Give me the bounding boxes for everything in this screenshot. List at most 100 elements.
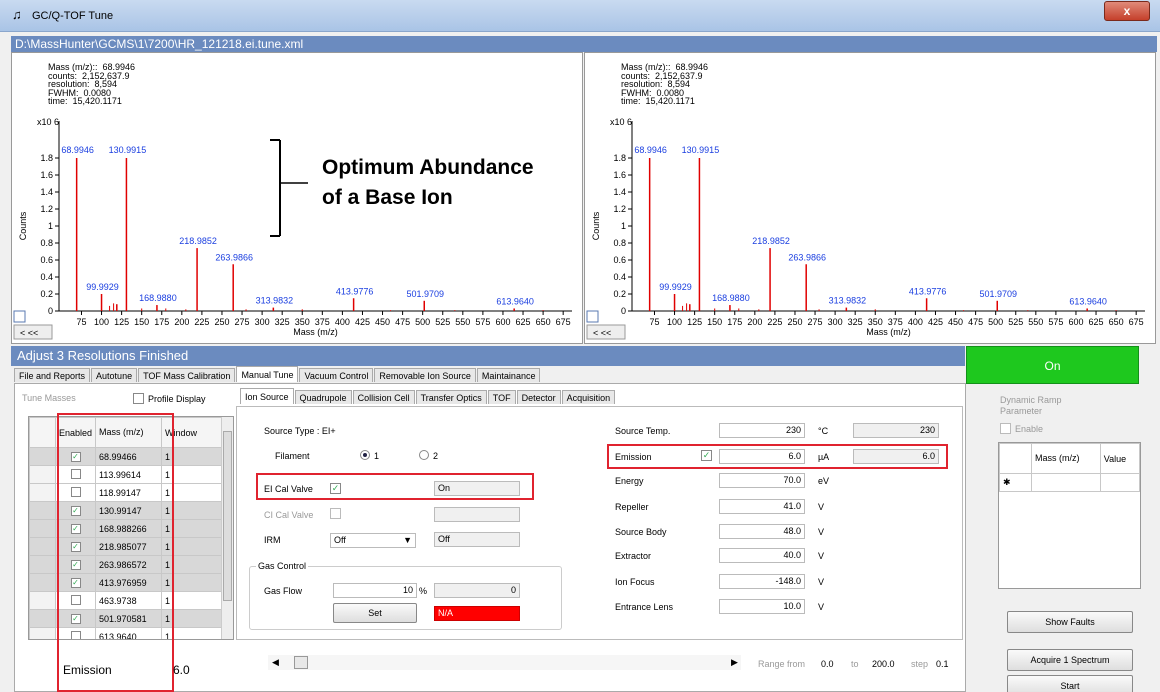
peak-label: 99.9929 (86, 282, 119, 292)
x-tick-label: 600 (1068, 317, 1083, 327)
row-header-cell[interactable] (29, 609, 56, 628)
param-label: Source Temp. (615, 426, 671, 436)
dr-col-mass: Mass (m/z) (1031, 443, 1101, 474)
spectrum-plot-right[interactable]: Mass (m/z):: 68.9946 counts: 2,152,637.9 r… (584, 52, 1156, 344)
param-value[interactable]: 230 (719, 423, 805, 438)
filament-1-radio[interactable] (360, 450, 370, 460)
acquire-spectrum-button[interactable]: Acquire 1 Spectrum (1007, 649, 1133, 671)
x-tick-label: 75 (76, 317, 86, 327)
tab-quadrupole[interactable]: Quadrupole (294, 390, 352, 404)
y-tick-label: 0.8 (40, 238, 53, 248)
emission-checkbox[interactable]: ✓ (701, 450, 712, 461)
row-header-cell[interactable] (29, 519, 56, 538)
dr-new-mass-cell[interactable] (1031, 473, 1101, 492)
x-tick-label: 525 (1008, 317, 1023, 327)
dynamic-ramp-enable-checkbox[interactable] (1000, 423, 1011, 434)
spectrum-plot-left[interactable]: Mass (m/z):: 68.9946 counts: 2,152,637.9 r… (11, 52, 583, 344)
param-actual: 230 (853, 423, 939, 438)
param-value[interactable]: 70.0 (719, 473, 805, 488)
param-value[interactable]: 10.0 (719, 599, 805, 614)
row-header-cell[interactable] (29, 555, 56, 574)
row-header-cell[interactable] (29, 573, 56, 592)
spectrum-chart[interactable]: 0 0.2 0.4 0.6 0.8 1 1.2 1.4 1.6 1.8 75 100 125 150 175… (585, 53, 1155, 343)
scrollbar-thumb[interactable] (294, 656, 308, 669)
range-scrollbar[interactable]: ◀ ▶ (268, 655, 741, 670)
tab-removable-ion-source[interactable]: Removable Ion Source (374, 368, 476, 382)
row-header-col (29, 417, 56, 448)
start-button[interactable]: Start (1007, 675, 1133, 692)
peak-label: 130.9915 (109, 145, 147, 155)
y-tick-label: 1.6 (40, 170, 53, 180)
tab-acquisition[interactable]: Acquisition (561, 390, 616, 404)
tab-autotune[interactable]: Autotune (91, 368, 138, 382)
tab-tof[interactable]: TOF (487, 390, 516, 404)
tab-ion-source[interactable]: Ion Source (240, 388, 294, 404)
footer-emission-label: Emission (63, 663, 112, 677)
param-value[interactable]: 40.0 (719, 548, 805, 563)
x-tick-label: 175 (154, 317, 169, 327)
peak-label: 613.9640 (1069, 296, 1107, 306)
param-value[interactable]: 6.0 (719, 449, 805, 464)
tab-file-and-reports[interactable]: File and Reports (14, 368, 91, 382)
plot-autoscale-checkbox[interactable] (586, 310, 599, 323)
row-header-cell[interactable] (29, 627, 56, 639)
row-header-cell[interactable] (29, 537, 56, 556)
dynamic-ramp-table[interactable]: Mass (m/z) Value ✱ (998, 442, 1141, 589)
row-header-cell[interactable] (29, 465, 56, 484)
ci-cal-valve-checkbox[interactable] (330, 508, 341, 519)
peak-label: 263.9866 (215, 252, 253, 262)
tune-window: ♫ GC/Q-TOF Tune x D:\MassHunter\GCMS\1\7… (0, 0, 1160, 692)
scrollbar-track[interactable] (268, 655, 741, 670)
profile-display-checkbox[interactable] (133, 393, 144, 404)
show-faults-button[interactable]: Show Faults (1007, 611, 1133, 633)
x-tick-label: 75 (649, 317, 659, 327)
row-header-cell[interactable] (29, 483, 56, 502)
param-value[interactable]: 41.0 (719, 499, 805, 514)
y-tick-label: 0 (621, 306, 626, 316)
row-header-cell[interactable] (29, 591, 56, 610)
peak-label: 68.9946 (634, 145, 667, 155)
filament-2-label: 2 (433, 451, 439, 461)
tab-transfer-optics[interactable]: Transfer Optics (415, 390, 487, 404)
x-tick-label: 525 (435, 317, 450, 327)
y-tick-label: 1.4 (40, 187, 53, 197)
filament-2-radio[interactable] (419, 450, 429, 460)
annotation-text: Optimum Abundance of a Base Ion (322, 153, 582, 213)
x-tick-label: 150 (134, 317, 149, 327)
tab-maintainance[interactable]: Maintainance (476, 368, 541, 382)
tab-vacuum-control[interactable]: Vacuum Control (299, 368, 374, 382)
tab-manual-tune[interactable]: Manual Tune (236, 366, 299, 382)
scroll-right-icon[interactable]: ▶ (731, 657, 738, 668)
x-tick-label: 350 (868, 317, 883, 327)
x-tick-label: 375 (888, 317, 903, 327)
scrollbar-thumb[interactable] (223, 431, 232, 601)
irm-select[interactable]: Off ▼ (330, 533, 416, 548)
set-button[interactable]: Set (333, 603, 417, 623)
tune-masses-scrollbar[interactable] (221, 417, 233, 639)
ei-cal-valve-checkbox[interactable]: ✓ (330, 483, 341, 494)
x-tick-label: 650 (536, 317, 551, 327)
irm-select-value: Off (334, 535, 346, 545)
x-tick-label: 325 (848, 317, 863, 327)
on-status-button[interactable]: On (966, 346, 1139, 384)
tab-detector[interactable]: Detector (516, 390, 561, 404)
footer-emission-value: 6.0 (173, 663, 190, 677)
param-label: Emission (615, 452, 652, 462)
y-tick-label: 0.8 (613, 238, 626, 248)
file-path-bar: D:\MassHunter\GCMS\1\7200\HR_121218.ei.t… (11, 36, 1157, 52)
dr-new-value-cell[interactable] (1099, 473, 1141, 492)
dr-col-value: Value (1099, 443, 1141, 474)
tab-collision-cell[interactable]: Collision Cell (352, 390, 415, 404)
param-value[interactable]: -148.0 (719, 574, 805, 589)
close-button[interactable]: x (1104, 1, 1150, 21)
scroll-left-icon[interactable]: ◀ (272, 657, 279, 668)
param-value[interactable]: 48.0 (719, 524, 805, 539)
row-header-cell[interactable] (29, 501, 56, 520)
row-header-cell[interactable] (29, 447, 56, 466)
gas-flow-input[interactable]: 10 (333, 583, 417, 598)
dynamic-ramp-title: Dynamic Ramp Parameter (1000, 395, 1062, 417)
tab-tof-mass-calibration[interactable]: TOF Mass Calibration (138, 368, 236, 382)
x-tick-label: 350 (295, 317, 310, 327)
plot-autoscale-checkbox[interactable] (13, 310, 26, 323)
annotation-line1: Optimum Abundance (322, 156, 534, 179)
